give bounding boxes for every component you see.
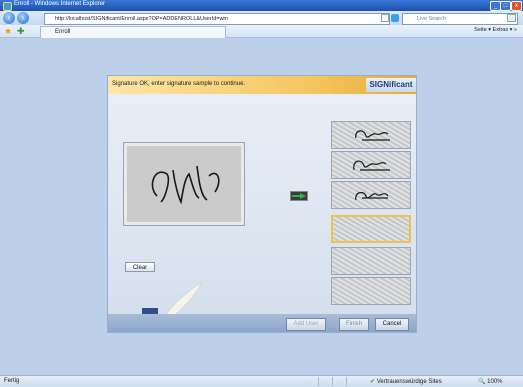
status-cell (332, 377, 343, 386)
transfer-arrow-icon[interactable] (290, 191, 308, 201)
signature-sample-slot-2[interactable] (331, 151, 411, 179)
address-toolbar: ‹ › http://localhost/SIGNificant/Enroll.… (0, 11, 523, 25)
signature-sample-slot-3[interactable] (331, 181, 411, 209)
signature-sample-slot-6[interactable] (331, 277, 411, 305)
dialog-banner: Signature OK, enter signature sample to … (108, 76, 416, 94)
signature-enroll-dialog: Signature OK, enter signature sample to … (107, 75, 417, 333)
check-icon: ✔ (370, 379, 376, 385)
instruction-text: Signature OK, enter signature sample to … (112, 81, 246, 87)
signature-panel: Clear (108, 94, 416, 332)
address-url: http://localhost/SIGNificant/Enroll.aspx… (55, 16, 229, 22)
tab-enroll[interactable]: Enroll (40, 26, 226, 38)
favorites-tab-bar: ★ ✚ Enroll Seite ▾ Extras ▾ » (0, 25, 523, 38)
signature-sample-slot-1[interactable] (331, 121, 411, 149)
signature-drawing (151, 165, 220, 205)
signature-input-pad[interactable] (124, 143, 244, 225)
add-user-button[interactable]: Add User (286, 318, 326, 331)
zoom-icon: 🔍 (478, 379, 486, 385)
finish-button[interactable]: Finish (339, 318, 369, 331)
search-go-icon[interactable] (507, 14, 516, 22)
status-text: Fertig (4, 378, 20, 384)
dialog-footer: Add User Finish Cancel (108, 314, 416, 332)
forward-arrow-icon[interactable]: › (17, 12, 29, 24)
refresh-icon[interactable] (391, 14, 399, 22)
ie-app-icon (3, 2, 12, 11)
search-placeholder: Live Search (417, 16, 447, 22)
window-title-bar: Enroll - Windows Internet Explorer _ □ x (0, 0, 523, 11)
status-cell (346, 377, 357, 386)
close-button[interactable]: x (511, 1, 522, 11)
security-zone-label: Vertrauenswürdige Sites (376, 379, 442, 385)
zoom-level[interactable]: 🔍 100% (478, 378, 503, 385)
address-dropdown-icon[interactable] (381, 14, 389, 22)
security-zone[interactable]: ✔ Vertrauenswürdige Sites (370, 378, 442, 385)
clear-button[interactable]: Clear (125, 262, 155, 272)
command-bar-tools: Seite ▾ Extras ▾ » (474, 27, 517, 33)
signature-sample-slot-4[interactable] (331, 215, 411, 243)
maximize-button[interactable]: □ (500, 1, 511, 11)
tab-label: Enroll (55, 29, 71, 35)
back-arrow-icon[interactable]: ‹ (3, 12, 15, 24)
cancel-button[interactable]: Cancel (375, 318, 409, 331)
status-bar: Fertig ✔ Vertrauenswürdige Sites 🔍 100% (0, 375, 523, 387)
status-cell (318, 377, 329, 386)
brand-logo: SIGNificant (366, 78, 416, 92)
add-favorites-icon[interactable]: ✚ (17, 27, 26, 36)
address-field[interactable]: http://localhost/SIGNificant/Enroll.aspx… (44, 13, 390, 25)
favorites-star-icon[interactable]: ★ (4, 27, 13, 36)
command-bar[interactable]: Seite ▾ Extras ▾ » (474, 27, 517, 33)
search-input[interactable]: Live Search (402, 13, 518, 25)
signature-sample-slot-5[interactable] (331, 247, 411, 275)
zoom-value: 100% (487, 379, 503, 385)
window-title: Enroll - Windows Internet Explorer (14, 1, 106, 7)
